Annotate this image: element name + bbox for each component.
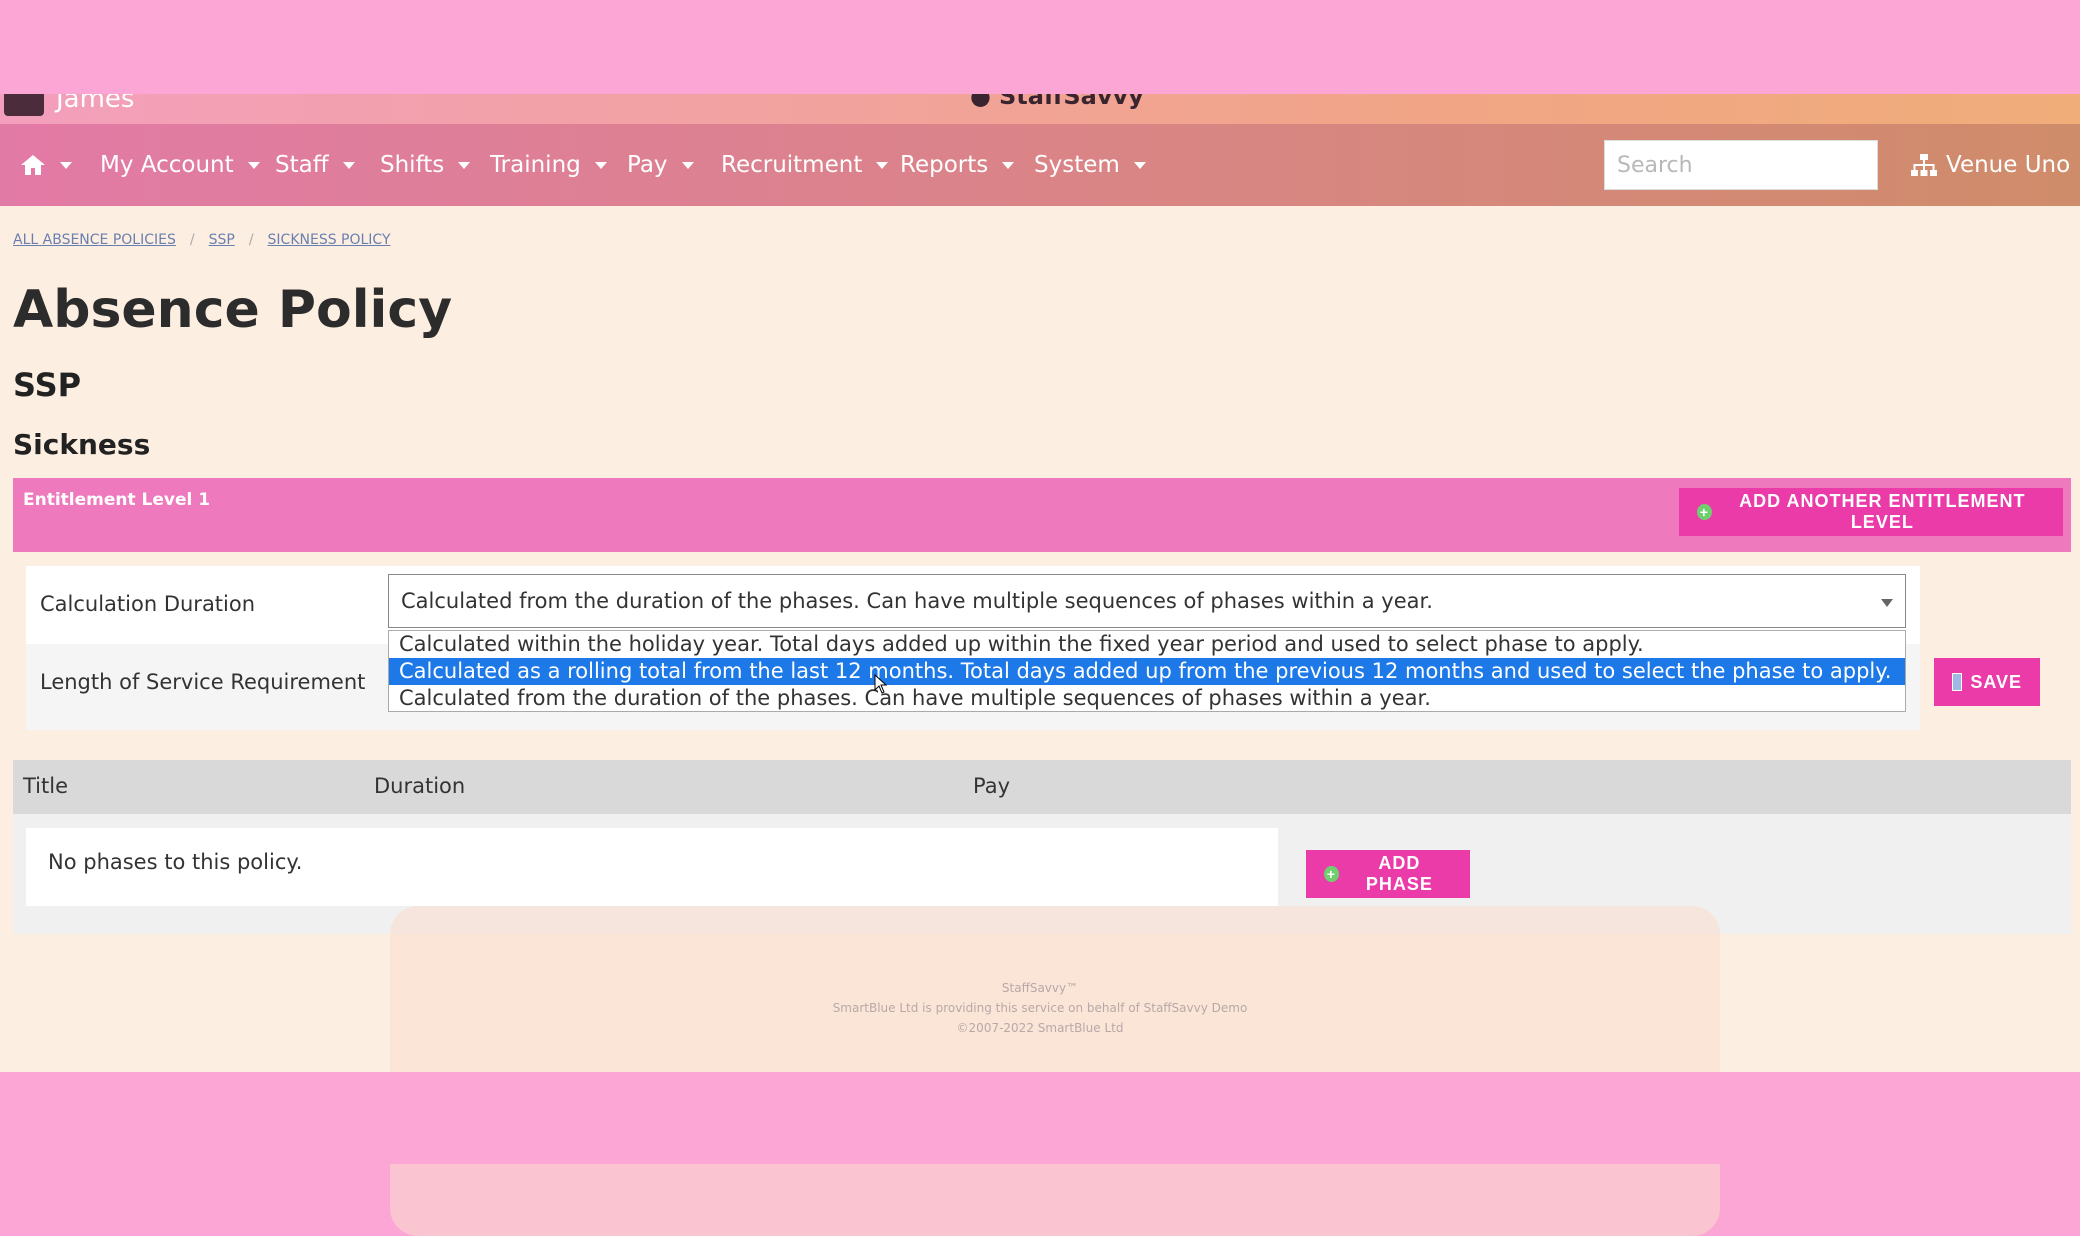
nav-shifts[interactable]: Shifts xyxy=(380,124,471,206)
nav-reports[interactable]: Reports xyxy=(900,124,1015,206)
chevron-down-icon xyxy=(247,161,260,169)
sitemap-icon xyxy=(1911,154,1937,176)
nav-label: System xyxy=(1034,152,1120,178)
breadcrumb-ssp[interactable]: SSP xyxy=(209,232,235,248)
logo-icon: ● xyxy=(970,94,991,110)
button-label: SAVE xyxy=(1970,671,2022,692)
entitlement-header: Entitlement Level 1 + ADD ANOTHER ENTITL… xyxy=(13,478,2071,552)
nav-recruitment[interactable]: Recruitment xyxy=(721,124,889,206)
chevron-down-icon xyxy=(681,161,694,169)
empty-phases-message: No phases to this policy. xyxy=(26,828,1278,906)
footer-copyright: ©2007-2022 SmartBlue Ltd xyxy=(956,1021,1124,1035)
column-pay: Pay xyxy=(973,774,1011,798)
avatar xyxy=(4,94,44,116)
nav-label: Reports xyxy=(900,152,989,178)
empty-text: No phases to this policy. xyxy=(48,850,303,874)
button-label: ADD PHASE xyxy=(1365,853,1433,894)
nav-system[interactable]: System xyxy=(1034,124,1146,206)
section-title: Sickness xyxy=(13,428,151,461)
nav-staff[interactable]: Staff xyxy=(275,124,355,206)
chevron-down-icon xyxy=(876,161,889,169)
footer-provider: SmartBlue Ltd is providing this service … xyxy=(832,1001,1248,1015)
nav-label: Training xyxy=(490,152,581,178)
chevron-down-icon xyxy=(1133,161,1146,169)
main-nav: My Account Staff Shifts Training Pay Rec… xyxy=(0,124,2080,206)
venue-selector[interactable]: Venue Uno xyxy=(1910,124,2070,206)
calculation-duration-label: Calculation Duration xyxy=(40,592,256,616)
entitlement-title: Entitlement Level 1 xyxy=(23,490,211,510)
chevron-down-icon xyxy=(1881,599,1893,607)
top-bar: James ● StaffSavvy xyxy=(0,94,2080,124)
breadcrumb-all-absence-policies[interactable]: ALL ABSENCE POLICIES xyxy=(13,232,176,248)
length-of-service-label: Length of Service Requirement xyxy=(40,670,366,694)
breadcrumb-sickness-policy[interactable]: SICKNESS POLICY xyxy=(268,232,391,248)
search-input[interactable] xyxy=(1604,140,1878,190)
bottom-letterbox xyxy=(0,1072,2080,1164)
nav-label: My Account xyxy=(100,152,234,178)
column-title: Title xyxy=(23,774,69,798)
app-window: James ● StaffSavvy My Account Staff Shif… xyxy=(0,94,2080,1236)
calculation-duration-dropdown[interactable]: Calculated within the holiday year. Tota… xyxy=(388,630,1906,712)
breadcrumb: ALL ABSENCE POLICIES / SSP / SICKNESS PO… xyxy=(13,232,391,248)
nav-training[interactable]: Training xyxy=(490,124,607,206)
nav-my-account[interactable]: My Account xyxy=(100,124,260,206)
nav-pay[interactable]: Pay xyxy=(627,124,694,206)
option-phase-duration[interactable]: Calculated from the duration of the phas… xyxy=(389,685,1905,712)
nav-label: Shifts xyxy=(380,152,445,178)
user-badge[interactable]: James xyxy=(4,94,134,116)
footer-overlay xyxy=(390,906,1720,1236)
option-rolling-12-months[interactable]: Calculated as a rolling total from the l… xyxy=(389,658,1905,685)
plus-circle-icon: + xyxy=(1324,866,1339,882)
nav-label: Staff xyxy=(275,152,329,178)
home-icon xyxy=(21,155,45,175)
chevron-down-icon xyxy=(342,161,355,169)
brand-logo: ● StaffSavvy xyxy=(970,94,1144,110)
footer-brand: StaffSavvy™ xyxy=(1001,981,1079,995)
phases-table-header: Title Duration Pay xyxy=(13,760,2071,814)
select-value: Calculated from the duration of the phas… xyxy=(401,589,1433,613)
chevron-down-icon xyxy=(458,161,471,169)
venue-name: Venue Uno xyxy=(1946,152,2071,178)
breadcrumb-separator: / xyxy=(248,232,254,248)
breadcrumb-separator: / xyxy=(189,232,195,248)
policy-name: SSP xyxy=(13,366,82,404)
nav-label: Recruitment xyxy=(721,152,863,178)
column-duration: Duration xyxy=(374,774,466,798)
top-letterbox xyxy=(0,0,2080,96)
nav-home[interactable] xyxy=(20,124,72,206)
page-title: Absence Policy xyxy=(13,280,453,340)
brand-name: StaffSavvy xyxy=(998,94,1144,110)
chevron-down-icon xyxy=(1002,161,1015,169)
user-name: James xyxy=(56,94,135,114)
add-entitlement-level-button[interactable]: + ADD ANOTHER ENTITLEMENT LEVEL xyxy=(1679,488,2063,536)
nav-label: Pay xyxy=(627,152,668,178)
save-button[interactable]: SAVE xyxy=(1934,658,2040,706)
button-label: ADD ANOTHER ENTITLEMENT LEVEL xyxy=(1739,491,2026,532)
mouse-pointer-icon xyxy=(874,674,888,694)
chevron-down-icon xyxy=(60,161,72,169)
add-phase-button[interactable]: + ADD PHASE xyxy=(1306,850,1470,898)
chevron-down-icon xyxy=(594,161,607,169)
plus-circle-icon: + xyxy=(1697,504,1712,520)
calculation-duration-select[interactable]: Calculated from the duration of the phas… xyxy=(388,574,1906,628)
floppy-disk-icon xyxy=(1952,673,1963,691)
option-holiday-year[interactable]: Calculated within the holiday year. Tota… xyxy=(389,631,1905,658)
footer: StaffSavvy™ SmartBlue Ltd is providing t… xyxy=(0,978,2080,1038)
